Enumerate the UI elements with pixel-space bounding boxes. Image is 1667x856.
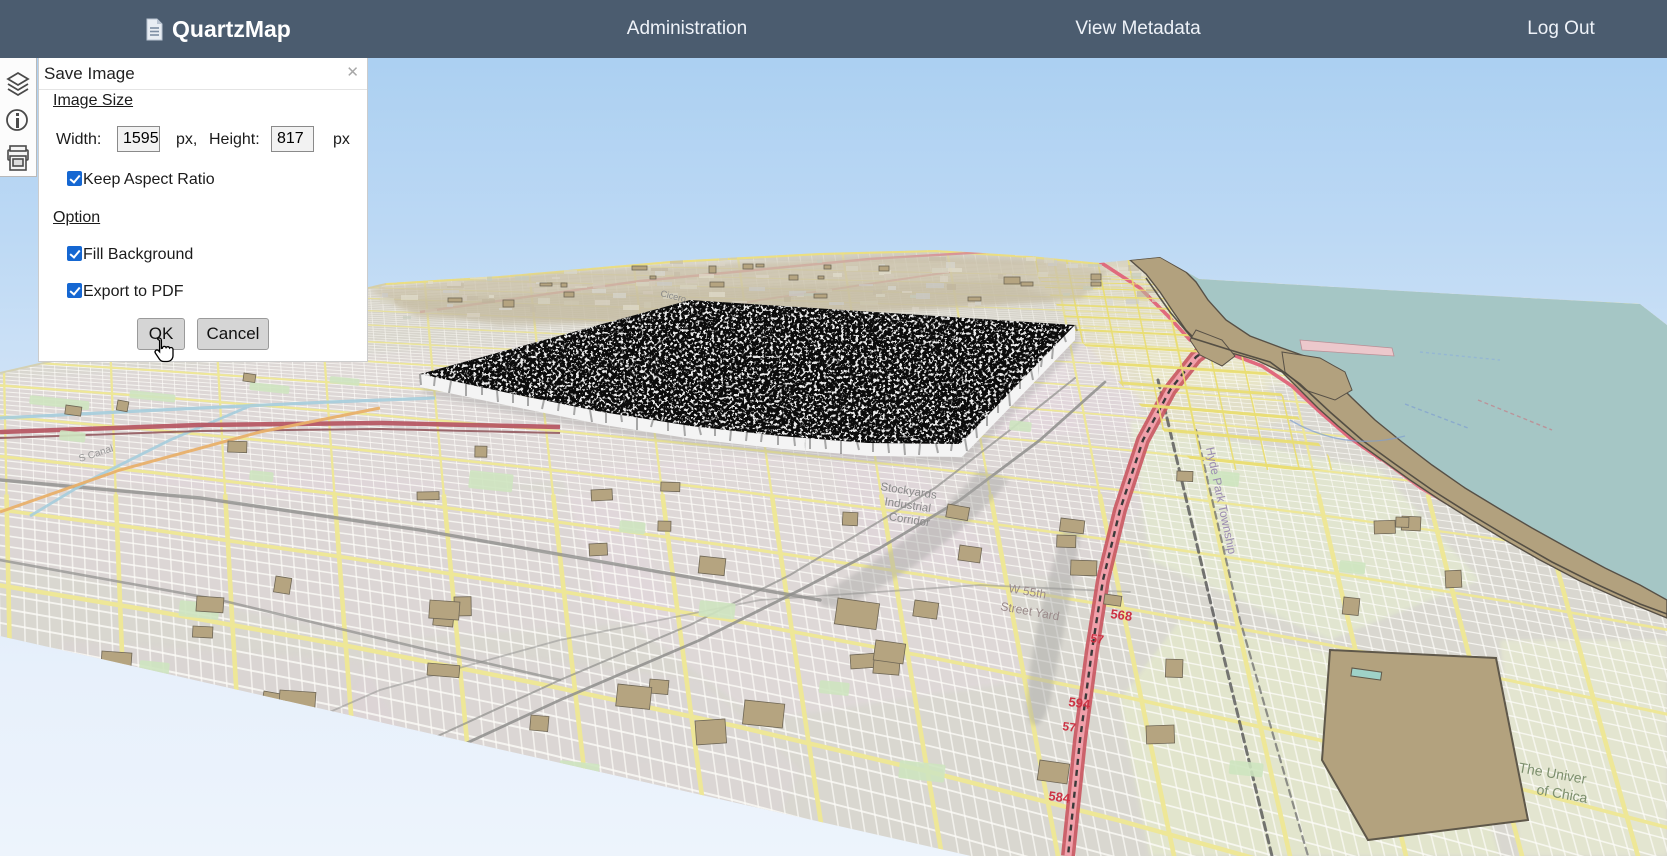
svg-text:584: 584: [1048, 788, 1072, 806]
svg-text:57: 57: [1090, 631, 1105, 647]
svg-text:568: 568: [1110, 606, 1134, 624]
svg-text:594: 594: [1068, 694, 1092, 712]
svg-text:57: 57: [1062, 719, 1077, 735]
